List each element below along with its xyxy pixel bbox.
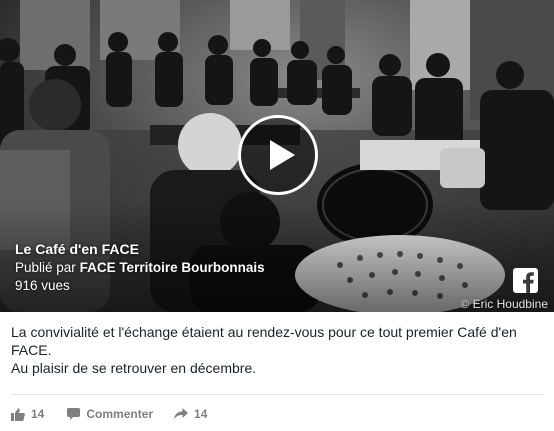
facebook-icon [523, 272, 534, 293]
share-button[interactable]: 14 [174, 407, 207, 421]
view-count: 916 vues [15, 278, 70, 293]
post-text-line: La convivialité et l'échange étaient au … [11, 324, 517, 358]
comment-label: Commenter [86, 407, 154, 421]
action-bar: 14 Commenter 14 [11, 405, 207, 423]
shares-count: 14 [194, 407, 208, 421]
publisher-link[interactable]: FACE Territoire Bourbonnais [80, 260, 265, 275]
facebook-button[interactable] [513, 268, 538, 293]
published-by: Publié par FACE Territoire Bourbonnais [15, 259, 265, 277]
likes-count: 14 [31, 407, 45, 421]
video-player[interactable]: Le Café d'en FACE Publié par FACE Territ… [0, 0, 554, 312]
post-text: La convivialité et l'échange étaient au … [11, 323, 541, 377]
comment-button[interactable]: Commenter [67, 407, 153, 421]
video-info: Le Café d'en FACE Publié par FACE Territ… [15, 240, 265, 295]
published-prefix: Publié par [15, 260, 76, 275]
like-button[interactable]: 14 [11, 407, 44, 421]
video-title[interactable]: Le Café d'en FACE [15, 240, 265, 258]
thumbs-up-icon [11, 407, 25, 421]
share-icon [174, 408, 189, 420]
photo-credit: © Eric Houdbine [460, 297, 548, 311]
post-text-line: Au plaisir de se retrouver en décembre. [11, 360, 257, 376]
play-button[interactable] [238, 115, 318, 195]
play-icon [270, 140, 295, 170]
comment-icon [67, 408, 81, 420]
divider [11, 394, 544, 395]
